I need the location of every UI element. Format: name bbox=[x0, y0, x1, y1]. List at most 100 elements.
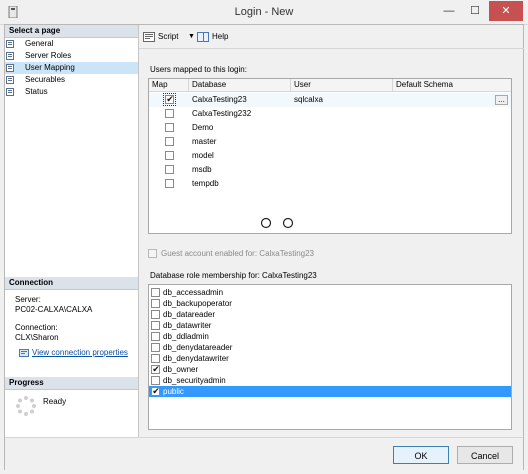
map-checkbox[interactable] bbox=[165, 123, 174, 132]
default-schema-cell[interactable] bbox=[393, 163, 511, 177]
ok-button[interactable]: OK bbox=[393, 446, 449, 464]
map-checkbox[interactable] bbox=[165, 151, 174, 160]
role-checkbox[interactable] bbox=[151, 343, 160, 352]
user-cell[interactable] bbox=[291, 107, 393, 121]
table-row[interactable]: msdb bbox=[149, 163, 511, 177]
role-checkbox[interactable] bbox=[151, 299, 160, 308]
close-button[interactable]: ✕ bbox=[489, 1, 523, 21]
role-name: db_backupoperator bbox=[163, 299, 232, 308]
server-label: Server: bbox=[15, 295, 41, 304]
view-connection-properties-link[interactable]: View connection properties bbox=[32, 348, 128, 357]
map-checkbox[interactable]: ✔ bbox=[163, 93, 176, 106]
user-cell[interactable] bbox=[291, 163, 393, 177]
role-checkbox[interactable] bbox=[151, 288, 160, 297]
list-item[interactable]: db_ddladmin bbox=[149, 331, 511, 342]
default-schema-cell[interactable] bbox=[393, 93, 511, 107]
user-cell[interactable] bbox=[291, 135, 393, 149]
help-button[interactable]: Help bbox=[197, 29, 237, 45]
checkmark-icon: ✔ bbox=[152, 364, 160, 374]
column-header-map[interactable]: Map bbox=[149, 79, 189, 91]
database-cell: CalxaTesting232 bbox=[192, 109, 252, 118]
progress-spinner-icon bbox=[15, 395, 37, 417]
sidebar-item-label: User Mapping bbox=[25, 63, 75, 72]
list-item[interactable]: db_securityadmin bbox=[149, 375, 511, 386]
default-schema-cell[interactable] bbox=[393, 121, 511, 135]
list-item[interactable]: db_denydatawriter bbox=[149, 353, 511, 364]
sidebar-item-label: Securables bbox=[25, 75, 66, 84]
database-cell: Demo bbox=[192, 123, 214, 132]
role-name: db_datawriter bbox=[163, 321, 212, 330]
role-checkbox[interactable]: ✔ bbox=[151, 386, 160, 396]
default-schema-cell[interactable] bbox=[393, 177, 511, 191]
role-name: db_owner bbox=[163, 365, 199, 374]
role-membership-label: Database role membership for: CalxaTesti… bbox=[150, 271, 317, 280]
server-value: PC02-CALXA\CALXA bbox=[15, 305, 93, 314]
cancel-button[interactable]: Cancel bbox=[457, 446, 513, 464]
default-schema-cell[interactable] bbox=[393, 107, 511, 121]
connection-header: Connection bbox=[5, 277, 138, 290]
list-item[interactable]: db_denydatareader bbox=[149, 342, 511, 353]
role-name: public bbox=[163, 387, 184, 396]
role-name: db_datareader bbox=[163, 310, 216, 319]
user-cell[interactable] bbox=[291, 121, 393, 135]
sidebar-item-server-roles[interactable]: Server Roles bbox=[5, 50, 138, 62]
table-row[interactable]: model bbox=[149, 149, 511, 163]
table-row[interactable]: master bbox=[149, 135, 511, 149]
select-page-header: Select a page bbox=[5, 25, 138, 38]
default-schema-cell[interactable] bbox=[393, 149, 511, 163]
page-icon bbox=[6, 40, 14, 48]
column-header-database[interactable]: Database bbox=[189, 79, 291, 91]
list-item[interactable]: db_accessadmin bbox=[149, 287, 511, 298]
scroll-indicator-icon bbox=[260, 217, 296, 229]
database-cell: CalxaTesting23 bbox=[192, 95, 247, 104]
sidebar-item-user-mapping[interactable]: User Mapping bbox=[5, 62, 138, 74]
list-item[interactable]: ✔ db_owner bbox=[149, 364, 511, 375]
role-checkbox[interactable] bbox=[151, 376, 160, 385]
user-cell[interactable] bbox=[291, 149, 393, 163]
chevron-down-icon[interactable]: ▼ bbox=[188, 29, 195, 45]
help-label: Help bbox=[212, 32, 229, 41]
column-header-default-schema[interactable]: Default Schema bbox=[393, 79, 511, 91]
map-checkbox[interactable] bbox=[165, 165, 174, 174]
list-item[interactable]: ✔ public bbox=[149, 386, 511, 397]
sidebar-item-general[interactable]: General bbox=[5, 38, 138, 50]
map-checkbox[interactable] bbox=[165, 179, 174, 188]
database-cell: model bbox=[192, 151, 214, 160]
guest-account-checkbox[interactable] bbox=[148, 249, 157, 258]
bottom-bar: OK Cancel bbox=[5, 437, 523, 471]
table-row[interactable]: ✔ CalxaTesting23 sqlcalxa... bbox=[149, 93, 511, 107]
grid-header: Map Database User Default Schema bbox=[149, 79, 511, 92]
users-grid: Map Database User Default Schema ✔ CalxaT… bbox=[148, 78, 512, 234]
page-icon bbox=[6, 52, 14, 60]
default-schema-cell[interactable] bbox=[393, 135, 511, 149]
table-row[interactable]: tempdb bbox=[149, 177, 511, 191]
list-item[interactable]: db_datareader bbox=[149, 309, 511, 320]
help-icon bbox=[197, 32, 209, 42]
schema-browse-button[interactable]: ... bbox=[495, 95, 508, 105]
database-cell: msdb bbox=[192, 165, 212, 174]
user-cell[interactable] bbox=[291, 177, 393, 191]
script-button[interactable]: Script ▼ bbox=[143, 29, 197, 45]
role-checkbox[interactable] bbox=[151, 321, 160, 330]
list-item[interactable]: db_backupoperator bbox=[149, 298, 511, 309]
sidebar-item-status[interactable]: Status bbox=[5, 86, 138, 98]
role-checkbox[interactable] bbox=[151, 354, 160, 363]
role-name: db_securityadmin bbox=[163, 376, 226, 385]
sidebar-item-securables[interactable]: Securables bbox=[5, 74, 138, 86]
page-icon bbox=[6, 76, 14, 84]
script-label: Script bbox=[158, 32, 179, 41]
role-checkbox[interactable]: ✔ bbox=[151, 364, 160, 374]
role-checkbox[interactable] bbox=[151, 332, 160, 341]
map-checkbox[interactable] bbox=[165, 137, 174, 146]
table-row[interactable]: Demo bbox=[149, 121, 511, 135]
role-checkbox[interactable] bbox=[151, 310, 160, 319]
column-header-user[interactable]: User bbox=[291, 79, 393, 91]
user-cell[interactable]: sqlcalxa bbox=[291, 93, 393, 107]
connection-properties-icon bbox=[19, 348, 29, 358]
minimize-button[interactable]: — bbox=[436, 1, 462, 21]
maximize-button[interactable]: ☐ bbox=[462, 1, 488, 21]
table-row[interactable]: CalxaTesting232 bbox=[149, 107, 511, 121]
list-item[interactable]: db_datawriter bbox=[149, 320, 511, 331]
title-bar: Login - New — ☐ ✕ bbox=[0, 0, 528, 25]
map-checkbox[interactable] bbox=[165, 109, 174, 118]
